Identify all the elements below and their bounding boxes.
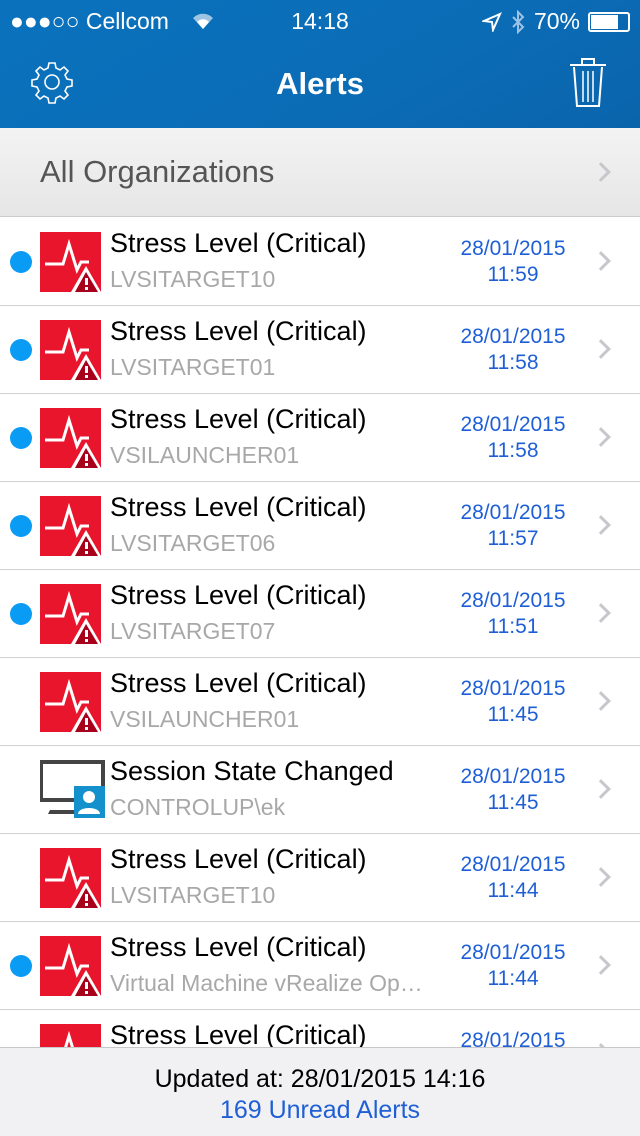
chevron-right-icon	[591, 339, 611, 359]
stress-alert-icon	[40, 848, 101, 908]
alert-title: Session State Changed	[110, 756, 394, 786]
alert-time: 11:58	[487, 439, 539, 462]
unread-dot	[10, 515, 32, 537]
alert-source: VSILAUNCHER01	[110, 442, 300, 468]
alert-title: Stress Level (Critical)	[110, 844, 367, 874]
nav-bar: ●●●○○ Cellcom 14:18 70% Alerts	[0, 0, 640, 128]
alert-date: 28/01/2015	[460, 941, 566, 964]
stress-alert-icon	[40, 672, 101, 732]
alert-row[interactable]: Stress Level (Critical) LVSITARGET01 28/01…	[0, 306, 640, 394]
alert-source: Virtual Machine vRealize Operations	[110, 970, 435, 996]
alert-time: 11:44	[487, 879, 539, 902]
alert-title: Stress Level (Critical)	[110, 404, 367, 434]
unread-dot	[10, 251, 32, 273]
chevron-right-icon	[591, 603, 611, 623]
carrier: ●●●○○ Cellcom	[10, 8, 169, 34]
footer: Updated at: 28/01/2015 14:16 169 Unread …	[0, 1047, 640, 1136]
unread-dot	[10, 603, 32, 625]
alert-source: LVSITARGET06	[110, 530, 276, 556]
alert-row[interactable]: Stress Level (Critical) LVSITARGET10 28/01…	[0, 834, 640, 922]
alert-title: Stress Level (Critical)	[110, 668, 367, 698]
unread-count-link[interactable]: 169 Unread Alerts	[0, 1096, 640, 1125]
chevron-right-icon	[591, 162, 611, 182]
location-icon	[481, 11, 502, 32]
stress-alert-icon	[40, 1024, 101, 1047]
alert-date: 28/01/2015	[460, 853, 566, 876]
alert-row[interactable]: Stress Level (Critical) LVSITARGET10 28/01…	[0, 218, 640, 306]
chevron-right-icon	[591, 955, 611, 975]
battery-percent: 70%	[533, 8, 580, 34]
alert-source: LVSITARGET01	[110, 354, 276, 380]
unread-dot	[10, 339, 32, 361]
alert-source: LVSITARGET07	[110, 618, 276, 644]
alert-list[interactable]: Stress Level (Critical) LVSITARGET10 28/01…	[0, 218, 640, 1047]
stress-alert-icon	[40, 936, 101, 996]
alert-title: Stress Level (Critical)	[110, 1020, 367, 1047]
stress-alert-icon	[40, 320, 101, 380]
trash-icon[interactable]	[568, 56, 608, 108]
alert-time: 11:45	[487, 703, 539, 726]
alert-row[interactable]: Stress Level (Critical) VSILAUNCHER01 28/0…	[0, 394, 640, 482]
alert-time: 11:51	[487, 615, 539, 638]
alert-date: 28/01/2015	[460, 325, 566, 348]
alert-date: 28/01/2015	[460, 765, 566, 788]
alert-title: Stress Level (Critical)	[110, 492, 367, 522]
alert-row[interactable]: Stress Level (Critical) LVSITARGET06 28/01…	[0, 482, 640, 570]
alert-source: LVSITARGET10	[110, 882, 276, 908]
chevron-right-icon	[591, 515, 611, 535]
stress-alert-icon	[40, 408, 101, 468]
alert-date: 28/01/2015	[460, 501, 566, 524]
chevron-right-icon	[591, 867, 611, 887]
alert-source: LVSITARGET10	[110, 266, 276, 292]
alert-title: Stress Level (Critical)	[110, 316, 367, 346]
alert-time: 11:44	[487, 967, 539, 990]
alert-time: 11:45	[487, 791, 539, 814]
stress-alert-icon	[40, 232, 101, 292]
alert-row[interactable]: Stress Level (Critical) VSILAUNCHER01 28/0…	[0, 658, 640, 746]
alert-title: Stress Level (Critical)	[110, 228, 367, 258]
alert-time: 11:58	[487, 351, 539, 374]
alert-time: 11:59	[487, 263, 539, 286]
page-title: Alerts	[276, 66, 364, 101]
unread-dot	[10, 427, 32, 449]
chevron-right-icon	[591, 779, 611, 799]
organization-selector[interactable]: All Organizations	[0, 128, 640, 217]
stress-alert-icon	[40, 584, 101, 644]
alert-row[interactable]: Stress Level (Critical) 28/01/2015	[0, 1010, 640, 1047]
alert-date: 28/01/2015	[460, 237, 566, 260]
battery-icon	[588, 11, 630, 32]
chevron-right-icon	[591, 427, 611, 447]
alert-date: 28/01/2015	[460, 1029, 566, 1047]
alert-source: VSILAUNCHER01	[110, 706, 300, 732]
bluetooth-icon	[512, 9, 525, 34]
updated-at: Updated at: 28/01/2015 14:16	[154, 1065, 486, 1093]
status-bar: ●●●○○ Cellcom 14:18 70%	[0, 6, 640, 36]
alert-time: 11:57	[487, 527, 539, 550]
alert-title: Stress Level (Critical)	[110, 932, 367, 962]
session-icon	[39, 760, 105, 820]
wifi-icon	[193, 13, 213, 29]
alert-row[interactable]: Session State Changed CONTROLUP\ek 28/01/2…	[0, 746, 640, 834]
alert-date: 28/01/2015	[460, 589, 566, 612]
alert-date: 28/01/2015	[460, 413, 566, 436]
organization-label: All Organizations	[40, 154, 275, 189]
alert-date: 28/01/2015	[460, 677, 566, 700]
alert-title: Stress Level (Critical)	[110, 580, 367, 610]
alert-row[interactable]: Stress Level (Critical) Virtual Machine v…	[0, 922, 640, 1010]
chevron-right-icon	[591, 691, 611, 711]
stress-alert-icon	[40, 496, 101, 556]
alert-source: CONTROLUP\ek	[110, 794, 286, 820]
unread-dot	[10, 955, 32, 977]
alert-row[interactable]: Stress Level (Critical) LVSITARGET07 28/01…	[0, 570, 640, 658]
chevron-right-icon	[591, 251, 611, 271]
